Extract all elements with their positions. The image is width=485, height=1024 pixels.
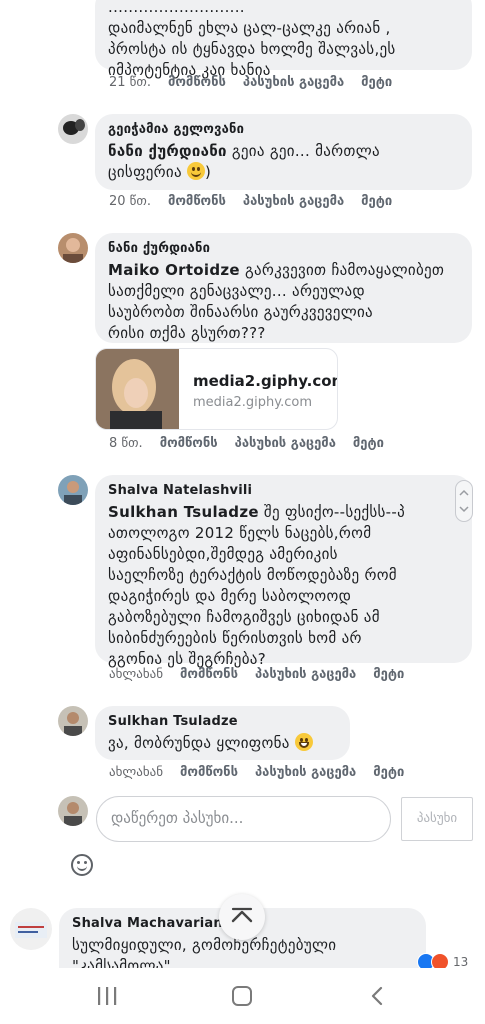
link-title: media2.giphy.com bbox=[193, 372, 338, 390]
like-link[interactable]: მომწონს bbox=[168, 75, 226, 90]
comment-text: Sulkhan Tsuladze შე ფსიქო--სექსს--პ ათოლ… bbox=[108, 503, 406, 668]
comment-time: ახლახან bbox=[109, 765, 164, 780]
comment-text: ვა, მობრუნდა ყლიფონა bbox=[108, 733, 338, 754]
comment-time: ახლახან bbox=[109, 667, 164, 682]
comment-bubble: Shalva Natelashvili Sulkhan Tsuladze შე … bbox=[95, 475, 472, 668]
like-link[interactable]: მომწონს bbox=[168, 194, 226, 209]
comment-text: Maiko Ortoidze გარკვევით ჩამოაყალიბეთ სა… bbox=[108, 261, 445, 342]
comment-author[interactable]: გეიჭამია გელოვანი bbox=[108, 122, 460, 137]
link-preview-card[interactable]: media2.giphy.com media2.giphy.com bbox=[95, 348, 338, 430]
comment-author[interactable]: Shalva Natelashvili bbox=[108, 483, 460, 498]
chevron-up-icon bbox=[231, 907, 253, 923]
more-link[interactable]: მეტი bbox=[361, 194, 392, 209]
avatar[interactable] bbox=[58, 706, 88, 736]
comment-actions: ახლახან მომწონს პასუხის გაცემა მეტი bbox=[109, 765, 421, 780]
scroll-handle[interactable] bbox=[455, 480, 473, 522]
comment-author[interactable]: ნანი ქურდიანი bbox=[108, 241, 460, 256]
comment-bubble: Sulkhan Tsuladze ვა, მობრუნდა ყლიფონა bbox=[95, 706, 350, 760]
mention-link[interactable]: ნანი ქურდიანი bbox=[108, 142, 227, 160]
link-thumbnail bbox=[96, 349, 179, 429]
recent-apps-icon[interactable] bbox=[95, 985, 119, 1007]
reply-link[interactable]: პასუხის გაცემა bbox=[243, 75, 344, 90]
reply-link[interactable]: პასუხის გაცემა bbox=[235, 436, 336, 451]
comment-actions: ახლახან მომწონს პასუხის გაცემა მეტი bbox=[109, 667, 421, 682]
like-link[interactable]: მომწონს bbox=[180, 667, 238, 682]
comment-actions: 20 წთ. მომწონს პასუხის გაცემა მეტი bbox=[109, 194, 409, 209]
reply-link[interactable]: პასუხის გაცემა bbox=[255, 765, 356, 780]
reply-submit-button[interactable]: პასუხი bbox=[401, 797, 473, 841]
comment-text: ნანი ქურდიანი გეია გეი... მართლა ცისფერი… bbox=[108, 142, 380, 181]
link-domain: media2.giphy.com bbox=[193, 395, 312, 410]
more-link[interactable]: მეტი bbox=[353, 436, 384, 451]
home-icon[interactable] bbox=[230, 985, 254, 1007]
comment-time: 8 წთ. bbox=[109, 436, 143, 451]
comment-bubble: ........................... დაიმალნენ ეხ… bbox=[95, 0, 472, 79]
grinning-emoji-icon bbox=[294, 733, 313, 751]
reply-link[interactable]: პასუხის გაცემა bbox=[255, 667, 356, 682]
back-icon[interactable] bbox=[366, 985, 390, 1007]
emoji-picker-icon[interactable] bbox=[71, 854, 93, 876]
smiling-emoji-icon bbox=[186, 162, 205, 180]
avatar[interactable] bbox=[58, 475, 88, 505]
mention-link[interactable]: Sulkhan Tsuladze bbox=[108, 503, 259, 521]
comment-time: 20 წთ. bbox=[109, 194, 151, 209]
comment-actions: 21 წთ. მომწონს პასუხის გაცემა მეტი bbox=[109, 75, 409, 90]
avatar[interactable] bbox=[10, 908, 52, 950]
more-link[interactable]: მეტი bbox=[373, 765, 404, 780]
scroll-to-top-button[interactable] bbox=[219, 894, 265, 940]
comment-bubble: გეიჭამია გელოვანი ნანი ქურდიანი გეია გეი… bbox=[95, 114, 472, 190]
more-link[interactable]: მეტი bbox=[373, 667, 404, 682]
comment-text: ........................... დაიმალნენ ეხ… bbox=[108, 0, 396, 79]
mention-link[interactable]: Maiko Ortoidze bbox=[108, 261, 240, 279]
more-link[interactable]: მეტი bbox=[361, 75, 392, 90]
avatar[interactable] bbox=[58, 114, 88, 144]
reply-input[interactable]: დაწერეთ პასუხი... bbox=[96, 796, 391, 842]
like-link[interactable]: მომწონს bbox=[180, 765, 238, 780]
system-navigation-bar bbox=[0, 968, 485, 1024]
current-user-avatar bbox=[58, 796, 88, 826]
reaction-count: 13 bbox=[453, 955, 469, 969]
comment-time: 21 წთ. bbox=[109, 75, 151, 90]
comment-bubble: ნანი ქურდიანი Maiko Ortoidze გარკვევით ჩ… bbox=[95, 233, 472, 343]
like-link[interactable]: მომწონს bbox=[160, 436, 218, 451]
comment-actions: 8 წთ. მომწონს პასუხის გაცემა მეტი bbox=[109, 436, 401, 451]
reply-link[interactable]: პასუხის გაცემა bbox=[243, 194, 344, 209]
avatar[interactable] bbox=[58, 233, 88, 263]
comment-author[interactable]: Sulkhan Tsuladze bbox=[108, 714, 338, 729]
